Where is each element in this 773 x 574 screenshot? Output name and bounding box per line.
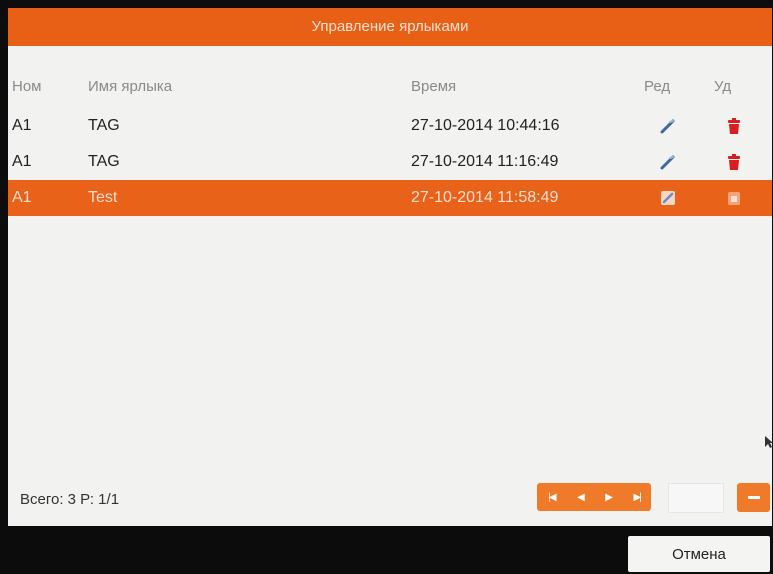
column-header-tag-name: Имя ярлыка <box>88 78 173 95</box>
row-tag-name: Test <box>88 189 118 206</box>
last-page-icon[interactable]: ▶| <box>633 492 641 503</box>
table-row[interactable]: A1 TAG 27-10-2014 10:44:16 <box>8 108 772 144</box>
row-number: A1 <box>12 189 32 206</box>
table-row[interactable]: A1 TAG 27-10-2014 11:16:49 <box>8 144 772 180</box>
cancel-button[interactable]: Отмена <box>628 536 770 572</box>
trash-icon[interactable] <box>724 152 744 172</box>
row-number: A1 <box>12 153 32 170</box>
pagination-controls: |◀ ◀ ▶ ▶| <box>537 483 651 511</box>
column-header-number: Ном <box>12 78 42 95</box>
go-icon <box>747 496 760 499</box>
table-row-selected[interactable]: A1 Test 27-10-2014 11:58:49 <box>8 180 772 216</box>
row-time: 27-10-2014 10:44:16 <box>411 117 560 134</box>
next-page-icon[interactable]: ▶ <box>605 492 613 503</box>
pencil-icon[interactable] <box>658 116 678 136</box>
tag-management-dialog: Управление ярлыками Ном Имя ярлыка Время… <box>8 8 773 526</box>
go-button[interactable] <box>737 483 770 512</box>
total-count-text: Всего: 3 Р: 1/1 <box>20 491 120 508</box>
page-number-input[interactable] <box>668 483 724 513</box>
prev-page-icon[interactable]: ◀ <box>577 492 585 503</box>
trash-icon[interactable] <box>724 188 744 208</box>
first-page-icon[interactable]: |◀ <box>548 492 556 503</box>
row-number: A1 <box>12 117 32 134</box>
trash-icon[interactable] <box>724 116 744 136</box>
dialog-title: Управление ярлыками <box>8 8 772 46</box>
pencil-icon[interactable] <box>658 152 678 172</box>
row-tag-name: TAG <box>88 153 120 170</box>
row-tag-name: TAG <box>88 117 120 134</box>
pencil-icon[interactable] <box>658 188 678 208</box>
column-header-delete: Уд <box>714 78 732 95</box>
row-time: 27-10-2014 11:58:49 <box>411 189 559 206</box>
column-header-time: Время <box>411 78 457 95</box>
column-header-edit: Ред <box>644 78 671 95</box>
mouse-cursor-icon <box>765 436 773 448</box>
row-time: 27-10-2014 11:16:49 <box>411 153 559 170</box>
